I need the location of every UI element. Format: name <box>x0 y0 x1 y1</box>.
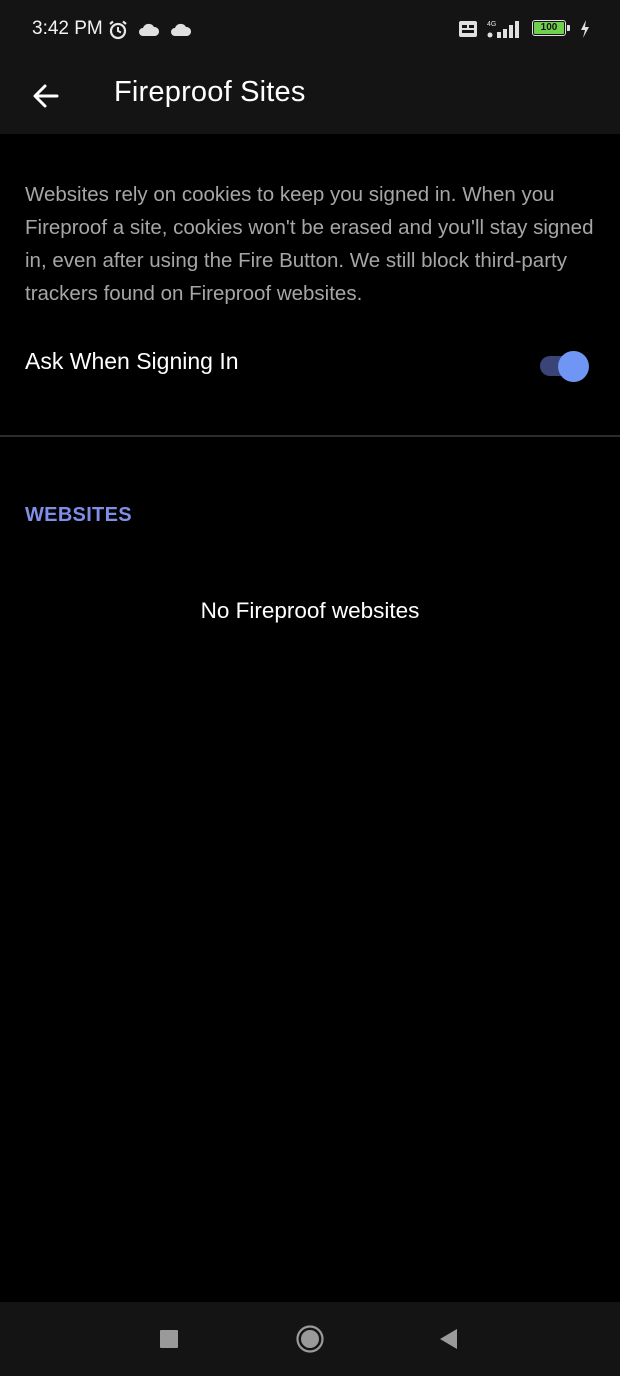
volte-icon <box>459 21 477 37</box>
recents-button[interactable] <box>152 1322 186 1356</box>
battery-icon: 100 <box>532 20 572 38</box>
signal-icon: 4G <box>487 21 519 38</box>
charging-icon <box>581 20 589 38</box>
svg-text:4G: 4G <box>487 21 496 28</box>
status-notification-icons <box>108 20 192 40</box>
status-time: 3:42 PM <box>32 18 103 39</box>
battery-level: 100 <box>540 22 558 33</box>
ask-when-signing-in-toggle[interactable] <box>538 351 590 382</box>
status-system-icons: 4G 100 <box>458 19 590 39</box>
triangle-back-icon <box>440 1329 457 1349</box>
empty-websites-message: No Fireproof websites <box>200 598 420 623</box>
status-bar: 3:42 PM 4G 100 <box>0 0 620 60</box>
ask-when-signing-in-label: Ask When Signing In <box>25 348 239 374</box>
app-bar: Fireproof Sites <box>0 60 620 134</box>
navigation-bar <box>0 1302 620 1376</box>
back-button[interactable] <box>22 72 70 120</box>
ask-when-signing-in-setting[interactable]: Ask When Signing In <box>0 335 620 395</box>
arrow-left-icon <box>33 84 59 108</box>
square-icon <box>160 1330 178 1348</box>
page-title: Fireproof Sites <box>114 76 306 108</box>
fireproof-description: Websites rely on cookies to keep you sig… <box>25 183 594 305</box>
websites-section-header: WEBSITES <box>25 504 132 526</box>
cloud-icon <box>139 23 160 36</box>
alarm-icon <box>109 20 127 40</box>
circle-icon <box>296 1325 324 1353</box>
navigate-back-button[interactable] <box>431 1322 465 1356</box>
home-button[interactable] <box>293 1322 327 1356</box>
section-divider <box>0 435 620 437</box>
toggle-thumb <box>558 351 589 382</box>
cloud-icon <box>171 23 192 36</box>
